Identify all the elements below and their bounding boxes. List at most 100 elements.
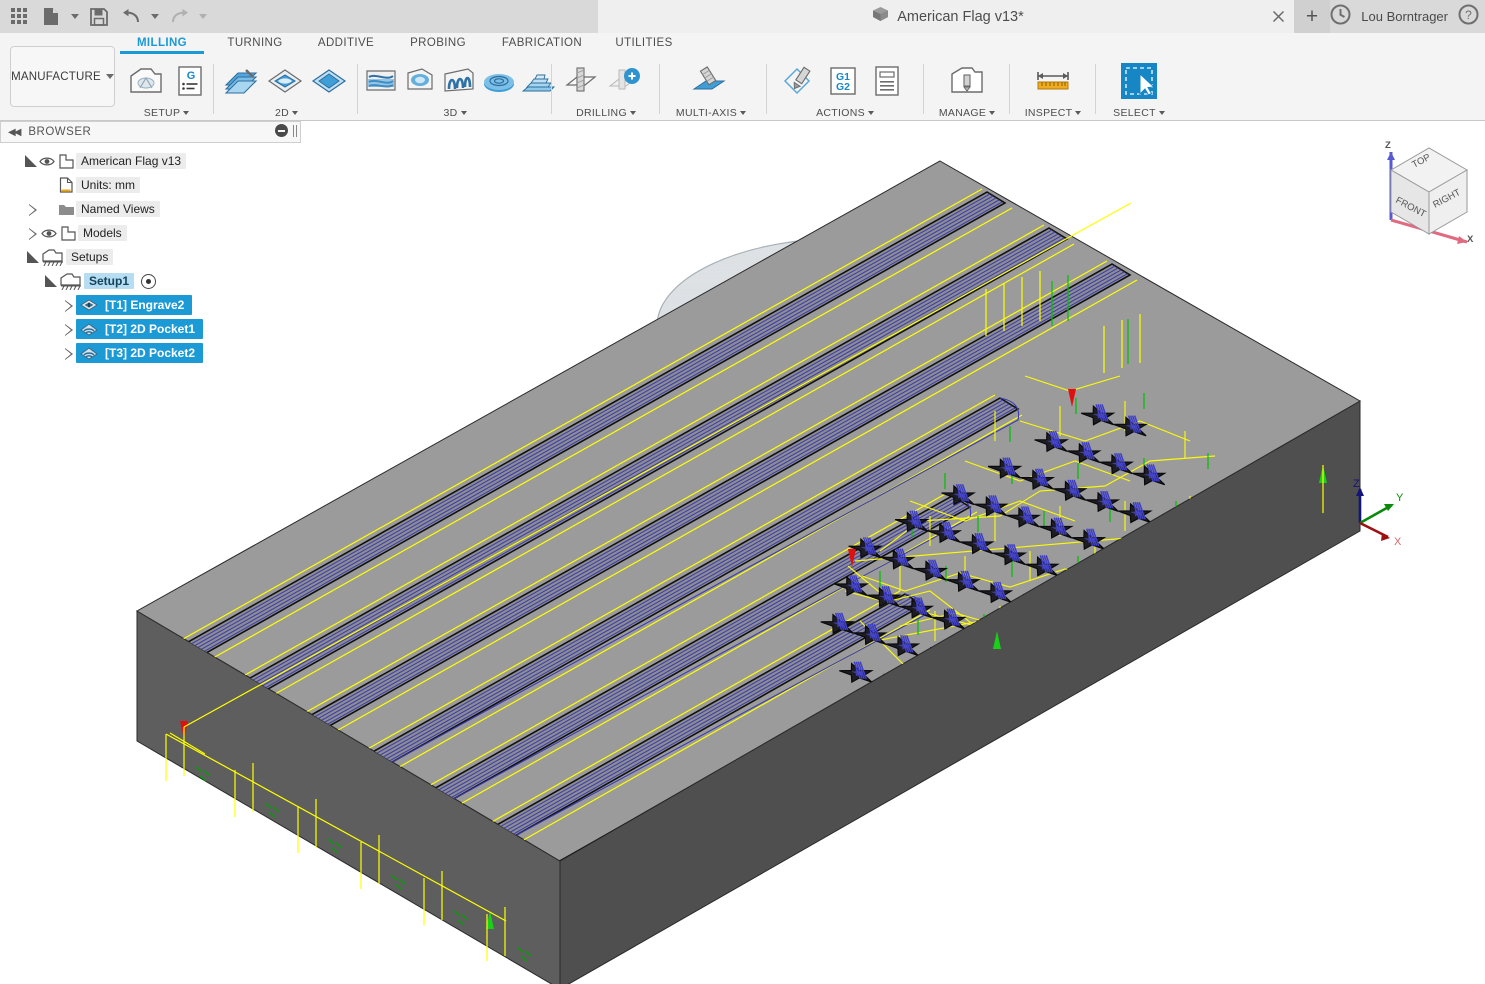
view-cube[interactable]: Z X TOP FRONT RIGHT <box>1369 130 1481 248</box>
tab-additive[interactable]: ADDITIVE <box>303 37 389 52</box>
twisty-closed-icon[interactable] <box>26 197 40 221</box>
undo-dropdown[interactable] <box>148 2 162 32</box>
twisty-closed-icon[interactable] <box>62 317 76 341</box>
multi-axis-contour-icon[interactable] <box>688 60 730 102</box>
panel-3d-label[interactable]: 3D <box>360 106 550 120</box>
3d-parallel-icon[interactable] <box>440 60 478 102</box>
minimize-icon[interactable] <box>275 124 288 137</box>
twisty-closed-icon[interactable] <box>26 221 40 245</box>
measure-icon[interactable] <box>1032 60 1074 102</box>
panel-manage: MANAGE <box>926 60 1008 120</box>
tree-label: American Flag v13 <box>76 153 187 169</box>
face-icon[interactable] <box>220 60 262 102</box>
twisty-open-icon[interactable] <box>24 149 38 173</box>
tree-item-models[interactable]: Models <box>0 221 303 245</box>
post-process-icon[interactable]: G1 G2 <box>822 60 864 102</box>
simulate-icon[interactable] <box>778 60 820 102</box>
tab-fabrication[interactable]: FABRICATION <box>490 37 594 52</box>
tree-item-2d-pocket2[interactable]: [T3] 2D Pocket2 <box>0 341 303 365</box>
panel-manage-label[interactable]: MANAGE <box>926 106 1008 120</box>
save-icon[interactable] <box>84 2 114 32</box>
panel-select-label[interactable]: SELECT <box>1098 106 1180 120</box>
3d-adaptive-clearing-icon[interactable] <box>362 60 400 102</box>
chevron-down-icon <box>867 111 874 115</box>
folder-icon <box>56 197 76 221</box>
tree-label: Setup1 <box>84 273 135 289</box>
panel-divider <box>766 64 767 114</box>
3d-scallop-icon[interactable] <box>480 60 518 102</box>
3d-pocket-clearing-icon[interactable] <box>402 60 438 102</box>
panel-actions-label[interactable]: ACTIONS <box>770 106 920 120</box>
panel-inspect-label[interactable]: INSPECT <box>1012 106 1094 120</box>
axis-label-x: X <box>1394 536 1402 548</box>
close-tab-button[interactable] <box>1271 9 1286 24</box>
chevron-down-icon <box>740 111 747 115</box>
resize-grip-icon[interactable] <box>293 124 297 137</box>
chevron-down-icon <box>1075 111 1082 115</box>
undo-icon[interactable] <box>116 2 146 32</box>
drill-icon[interactable] <box>560 60 602 102</box>
panel-divider <box>1009 64 1010 114</box>
chevron-down-icon <box>292 111 299 115</box>
panel-multi-axis: MULTI-AXIS <box>662 60 760 120</box>
setup-icon[interactable] <box>125 60 167 102</box>
tree-label: Models <box>78 225 127 241</box>
redo-dropdown[interactable] <box>196 2 210 32</box>
tree-item-named-views[interactable]: Named Views <box>0 197 303 221</box>
tab-milling[interactable]: MILLING <box>120 37 204 54</box>
active-setup-radio[interactable] <box>141 273 157 289</box>
redo-icon[interactable] <box>164 2 194 32</box>
generate-nc-program-icon[interactable]: G <box>169 60 211 102</box>
3d-spiral-icon[interactable] <box>520 60 558 102</box>
panel-setup-label[interactable]: SETUP <box>120 106 213 120</box>
panel-divider <box>213 64 214 114</box>
2d-pocket-icon[interactable] <box>308 60 350 102</box>
panel-multi-axis-label[interactable]: MULTI-AXIS <box>662 106 760 120</box>
document-title: American Flag v13* <box>897 8 1024 25</box>
chevron-down-icon <box>989 111 996 115</box>
2d-adaptive-clearing-icon[interactable] <box>264 60 306 102</box>
workspace-label: MANUFACTURE <box>11 70 101 83</box>
browser-header: ◀◀ BROWSER <box>0 121 301 143</box>
tab-utilities[interactable]: UTILITIES <box>602 37 686 52</box>
visibility-eye-icon[interactable] <box>40 221 58 245</box>
tree-item-units[interactable]: Units: mm <box>0 173 303 197</box>
twisty-closed-icon[interactable] <box>62 293 76 317</box>
collapse-left-icon[interactable]: ◀◀ <box>8 127 21 138</box>
help-icon[interactable]: ? <box>1458 4 1479 30</box>
recent-icon[interactable] <box>1330 4 1351 30</box>
new-document-icon[interactable] <box>36 2 66 32</box>
tree-label: [T3] 2D Pocket2 <box>105 346 196 360</box>
twisty-closed-icon[interactable] <box>62 341 76 365</box>
setup-folder-icon <box>40 245 66 269</box>
new-tab-button[interactable]: + <box>1294 0 1330 33</box>
tree-item-american-flag[interactable]: American Flag v13 <box>0 149 303 173</box>
chevron-down-icon <box>629 111 636 115</box>
panel-drilling-label[interactable]: DRILLING <box>554 106 658 120</box>
panel-2d-label[interactable]: 2D <box>217 106 356 120</box>
visibility-eye-icon[interactable] <box>38 149 56 173</box>
panel-divider <box>357 64 358 114</box>
tree-label: Setups <box>66 249 114 265</box>
browser-panel: ◀◀ BROWSER American Flag v13 Units: mm N… <box>0 121 303 373</box>
twisty-open-icon[interactable] <box>26 245 40 269</box>
tree-item-setups[interactable]: Setups <box>0 245 303 269</box>
twisty-open-icon[interactable] <box>44 269 58 293</box>
select-window-icon[interactable] <box>1118 60 1160 102</box>
panel-divider <box>551 64 552 114</box>
app-grid-icon[interactable] <box>4 2 34 32</box>
tool-library-icon[interactable] <box>946 60 988 102</box>
user-name[interactable]: Lou Borntrager <box>1361 9 1448 24</box>
tab-turning[interactable]: TURNING <box>213 37 297 52</box>
tree-item-2d-pocket1[interactable]: [T2] 2D Pocket1 <box>0 317 303 341</box>
workspace-switcher-button[interactable]: MANUFACTURE <box>10 46 115 107</box>
tree-item-setup1[interactable]: Setup1 <box>0 269 303 293</box>
document-tab[interactable]: American Flag v13* <box>598 0 1298 33</box>
tab-probing[interactable]: PROBING <box>396 37 480 52</box>
setup-sheet-icon[interactable] <box>866 60 908 102</box>
new-document-dropdown[interactable] <box>68 2 82 32</box>
setup-folder-icon <box>58 269 84 293</box>
tree-label: Units: mm <box>76 177 140 193</box>
tree-item-engrave2[interactable]: [T1] Engrave2 <box>0 293 303 317</box>
bore-icon[interactable] <box>604 60 646 102</box>
